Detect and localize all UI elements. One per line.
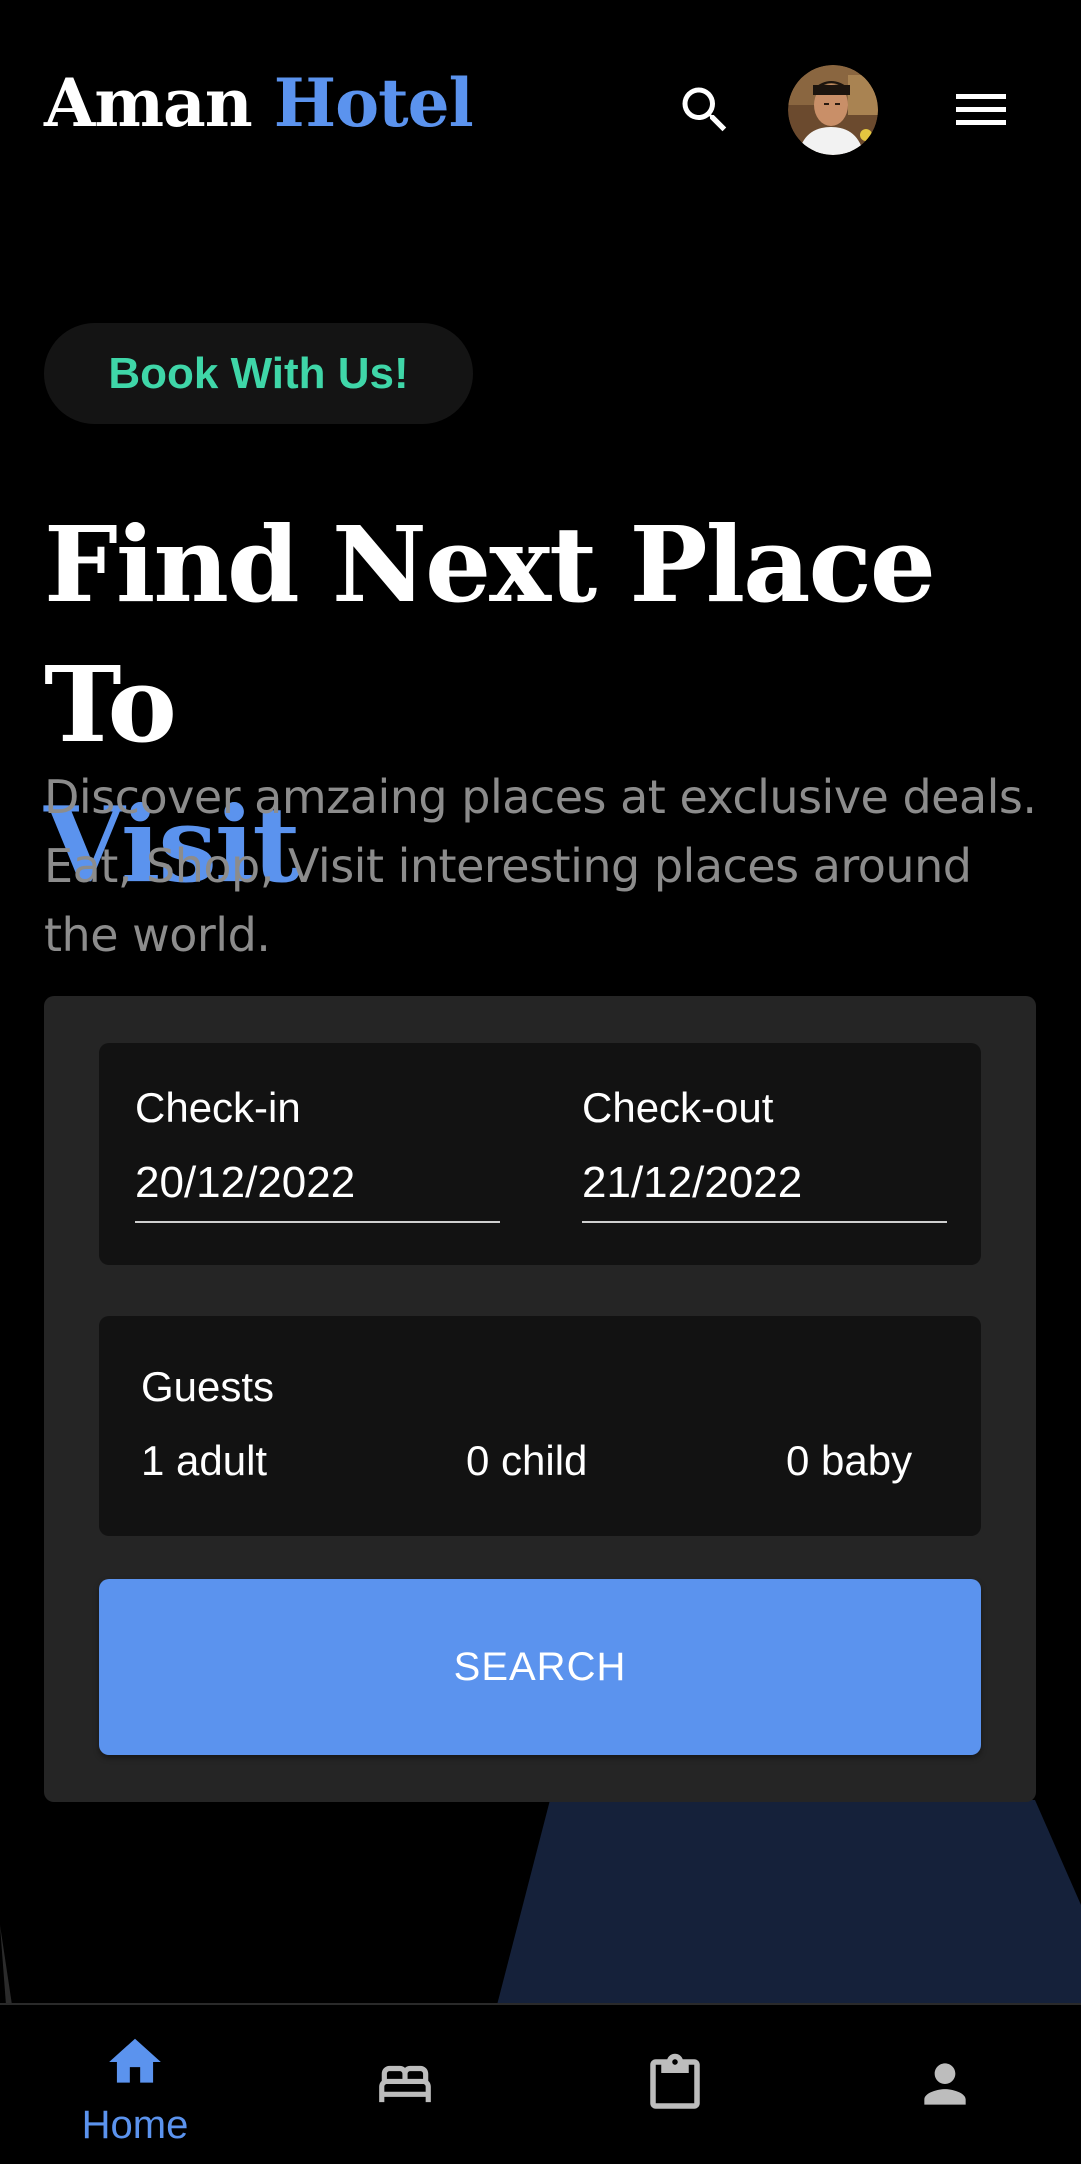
search-icon <box>682 87 727 132</box>
clipboard-icon <box>650 2053 700 2109</box>
brand-name: Aman <box>44 64 253 142</box>
brand-name-accent: Hotel <box>273 64 474 142</box>
book-with-us-badge: Book With Us! <box>44 323 473 424</box>
guests-selector[interactable]: Guests 1 adult 0 child 0 baby <box>99 1316 981 1536</box>
home-icon <box>109 2038 161 2083</box>
hero-description: Discover amzaing places at exclusive dea… <box>44 770 1037 962</box>
date-selector: Check-in 20/12/2022 Check-out 21/12/2022 <box>99 1043 981 1265</box>
check-in-input[interactable]: 20/12/2022 <box>135 1157 500 1223</box>
menu-button[interactable] <box>952 88 1010 132</box>
nav-item-home[interactable]: Home <box>0 2005 270 2164</box>
check-in-field[interactable]: Check-in 20/12/2022 <box>135 1083 500 1225</box>
check-out-field[interactable]: Check-out 21/12/2022 <box>582 1083 947 1225</box>
check-in-label: Check-in <box>135 1084 301 1131</box>
background-shape <box>0 1800 1081 2005</box>
booking-card: Check-in 20/12/2022 Check-out 21/12/2022… <box>44 996 1036 1802</box>
avatar-photo <box>788 65 878 155</box>
check-out-label: Check-out <box>582 1084 774 1131</box>
nav-item-profile[interactable] <box>810 2005 1080 2164</box>
person-icon <box>924 2063 966 2105</box>
search-submit-button[interactable]: SEARCH <box>99 1579 981 1755</box>
nav-label-home: Home <box>81 2103 189 2147</box>
guests-label: Guests <box>141 1363 275 1410</box>
children-count[interactable]: 0 child <box>466 1436 587 1486</box>
nav-item-bookings[interactable] <box>540 2005 810 2164</box>
bed-icon <box>379 2065 431 2103</box>
page-title-line: Find Next Place To <box>44 503 936 766</box>
bottom-navigation: Home <box>0 2003 1081 2164</box>
adults-count[interactable]: 1 adult <box>141 1436 267 1486</box>
check-out-input[interactable]: 21/12/2022 <box>582 1157 947 1223</box>
hamburger-menu-icon <box>956 94 1006 125</box>
avatar[interactable] <box>788 65 878 155</box>
nav-item-rooms[interactable] <box>270 2005 540 2164</box>
babies-count[interactable]: 0 baby <box>786 1436 912 1486</box>
brand-logo[interactable]: Aman Hotel <box>44 58 474 148</box>
search-button[interactable] <box>675 80 735 140</box>
